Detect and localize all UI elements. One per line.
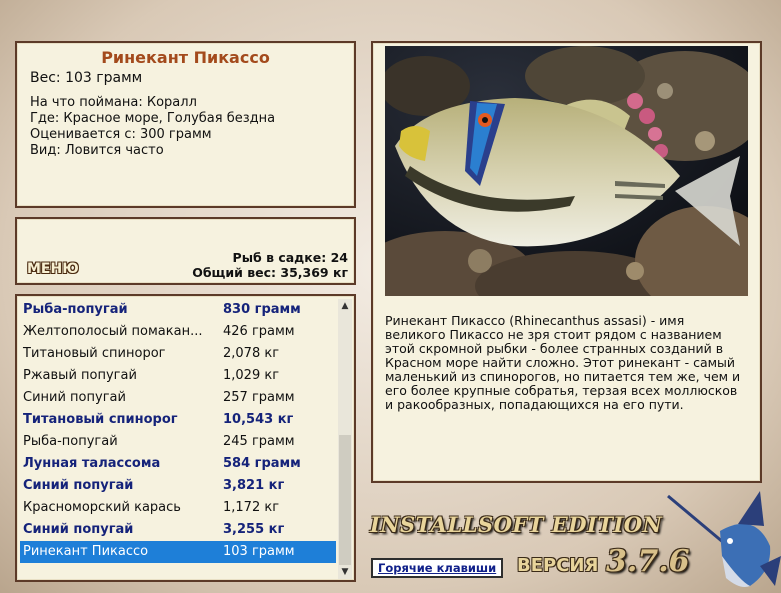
version-label: ВЕРСИЯ bbox=[517, 555, 599, 576]
hotkeys-link[interactable]: Горячие клавиши bbox=[371, 558, 504, 578]
fish-title: Ринекант Пикассо bbox=[101, 48, 270, 67]
list-item[interactable]: Синий попугай 3,821 кг bbox=[20, 475, 336, 497]
list-item[interactable]: Желтополосый помакан... 426 грамм bbox=[20, 321, 336, 343]
fish-in-net-count: Рыб в садке: 24 bbox=[232, 250, 348, 265]
fish-weight: Вес: 103 грамм bbox=[30, 70, 143, 86]
fish-info-panel: Ринекант Пикассо Вес: 103 грамм На что п… bbox=[15, 41, 356, 208]
menu-button[interactable]: МЕНЮ bbox=[27, 261, 79, 277]
scroll-down-icon[interactable]: ▼ bbox=[338, 567, 352, 577]
list-item-weight: 103 грамм bbox=[223, 544, 295, 559]
list-item-name: Синий попугай bbox=[23, 478, 134, 493]
list-item-name: Синий попугай bbox=[23, 390, 126, 405]
list-item[interactable]: Лунная талассома 584 грамм bbox=[20, 453, 336, 475]
scroll-up-icon[interactable]: ▲ bbox=[338, 301, 352, 311]
list-item-name: Красноморский карась bbox=[23, 500, 181, 515]
list-item[interactable]: Ринекант Пикассо 103 грамм bbox=[20, 541, 336, 563]
list-item-weight: 1,172 кг bbox=[223, 500, 280, 515]
list-item-name: Рыба-попугай bbox=[23, 434, 118, 449]
list-item-weight: 245 грамм bbox=[223, 434, 295, 449]
fish-caught-on: На что поймана: Коралл bbox=[30, 95, 197, 110]
list-item-name: Рыба-попугай bbox=[23, 302, 128, 317]
list-item[interactable]: Рыба-попугай 245 грамм bbox=[20, 431, 336, 453]
list-item-weight: 1,029 кг bbox=[223, 368, 280, 383]
list-item[interactable]: Титановый спинорог 2,078 кг bbox=[20, 343, 336, 365]
list-item-name: Желтополосый помакан... bbox=[23, 324, 203, 339]
list-item[interactable]: Красноморский карась 1,172 кг bbox=[20, 497, 336, 519]
list-scrollbar[interactable]: ▲ ▼ bbox=[338, 299, 352, 579]
status-panel: МЕНЮ Рыб в садке: 24 Общий вес: 35,369 к… bbox=[15, 217, 356, 285]
list-item-weight: 257 грамм bbox=[223, 390, 295, 405]
list-item[interactable]: Рыба-попугай 830 грамм bbox=[20, 299, 336, 321]
total-weight: Общий вес: 35,369 кг bbox=[192, 265, 348, 280]
list-item[interactable]: Титановый спинорог 10,543 кг bbox=[20, 409, 336, 431]
fish-photo-panel: Ринекант Пикассо (Rhinecanthus assasi) -… bbox=[371, 41, 762, 483]
list-item-weight: 3,821 кг bbox=[223, 478, 285, 493]
fish-location: Где: Красное море, Голубая бездна bbox=[30, 111, 276, 126]
fish-description: Ринекант Пикассо (Rhinecanthus assasi) -… bbox=[385, 313, 741, 412]
list-item-name: Синий попугай bbox=[23, 522, 134, 537]
fish-kind: Вид: Ловится часто bbox=[30, 143, 164, 158]
fish-photo bbox=[385, 46, 748, 296]
scroll-thumb[interactable] bbox=[339, 435, 351, 565]
list-item-name: Титановый спинорог bbox=[23, 346, 166, 361]
marlin-logo-icon bbox=[667, 491, 781, 587]
list-item-name: Лунная талассома bbox=[23, 456, 161, 471]
list-item-name: Ржавый попугай bbox=[23, 368, 137, 383]
list-item[interactable]: Синий попугай 3,255 кг bbox=[20, 519, 336, 541]
list-item-name: Титановый спинорог bbox=[23, 412, 178, 427]
list-item-weight: 3,255 кг bbox=[223, 522, 285, 537]
list-item-weight: 830 грамм bbox=[223, 302, 301, 317]
list-item-name: Ринекант Пикассо bbox=[23, 544, 149, 559]
catch-list-panel: Рыба-попугай 830 грамм Желтополосый помака… bbox=[15, 294, 356, 582]
list-item-weight: 584 грамм bbox=[223, 456, 301, 471]
list-item[interactable]: Ржавый попугай 1,029 кг bbox=[20, 365, 336, 387]
list-item-weight: 2,078 кг bbox=[223, 346, 280, 361]
list-item-weight: 10,543 кг bbox=[223, 412, 294, 427]
edition-banner: INSTALLSOFT EDITION bbox=[370, 512, 663, 537]
list-item[interactable]: Синий попугай 257 грамм bbox=[20, 387, 336, 409]
catch-list: Рыба-попугай 830 грамм Желтополосый помака… bbox=[20, 299, 336, 563]
fish-rated-from: Оценивается с: 300 грамм bbox=[30, 127, 212, 142]
list-item-weight: 426 грамм bbox=[223, 324, 295, 339]
